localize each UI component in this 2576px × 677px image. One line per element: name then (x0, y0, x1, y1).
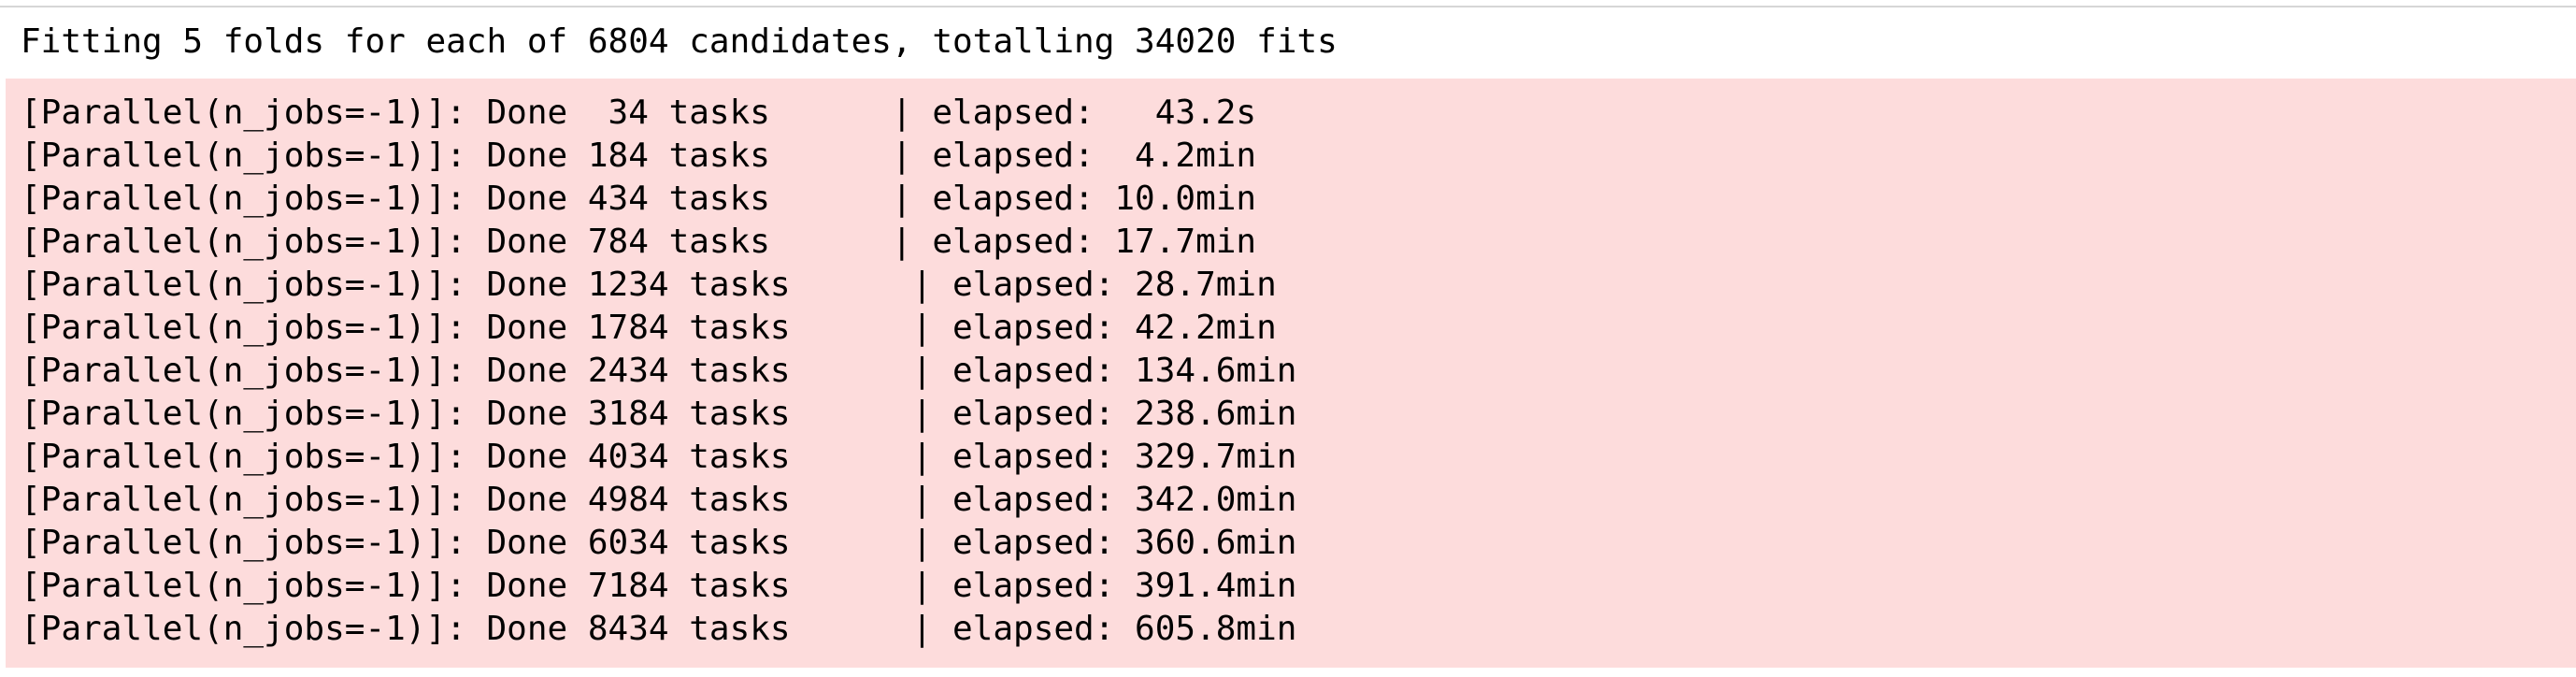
stdout-output: Fitting 5 folds for each of 6804 candida… (0, 11, 2576, 79)
log-line: [Parallel(n_jobs=-1)]: Done 4984 tasks |… (21, 481, 1297, 519)
log-line: [Parallel(n_jobs=-1)]: Done 434 tasks | … (21, 180, 1257, 218)
log-line: [Parallel(n_jobs=-1)]: Done 8434 tasks |… (21, 610, 1297, 648)
log-line: [Parallel(n_jobs=-1)]: Done 784 tasks | … (21, 223, 1257, 261)
log-line: [Parallel(n_jobs=-1)]: Done 184 tasks | … (21, 137, 1257, 175)
log-line: [Parallel(n_jobs=-1)]: Done 3184 tasks |… (21, 395, 1297, 433)
notebook-cell-output: Fitting 5 folds for each of 6804 candida… (0, 0, 2576, 677)
log-line: [Parallel(n_jobs=-1)]: Done 6034 tasks |… (21, 524, 1297, 562)
stderr-log: [Parallel(n_jobs=-1)]: Done 34 tasks | e… (21, 92, 1296, 651)
stderr-output: [Parallel(n_jobs=-1)]: Done 34 tasks | e… (6, 79, 2576, 668)
log-line: [Parallel(n_jobs=-1)]: Done 1234 tasks |… (21, 266, 1277, 304)
log-line: [Parallel(n_jobs=-1)]: Done 7184 tasks |… (21, 567, 1297, 605)
log-line: [Parallel(n_jobs=-1)]: Done 4034 tasks |… (21, 438, 1297, 476)
stdout-text: Fitting 5 folds for each of 6804 candida… (21, 22, 1338, 61)
log-line: [Parallel(n_jobs=-1)]: Done 2434 tasks |… (21, 352, 1297, 390)
log-line: [Parallel(n_jobs=-1)]: Done 34 tasks | e… (21, 94, 1257, 132)
cell-top-border (0, 0, 2576, 7)
log-line: [Parallel(n_jobs=-1)]: Done 1784 tasks |… (21, 309, 1277, 347)
